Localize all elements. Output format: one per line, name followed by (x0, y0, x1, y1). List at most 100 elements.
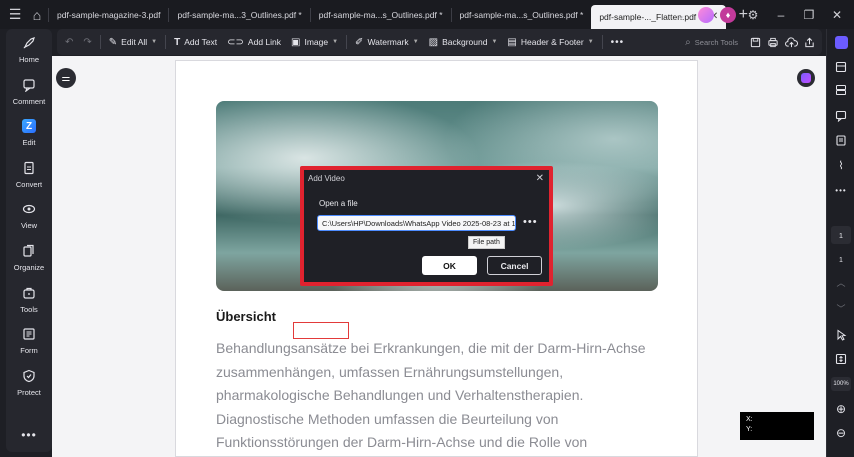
ok-button[interactable]: OK (422, 256, 477, 275)
sidebar-item-label: Organize (13, 263, 45, 272)
edit-all-label: Edit All (121, 37, 148, 47)
toolbar-separator (165, 35, 167, 49)
toolbar-separator (601, 35, 603, 49)
minimize-icon[interactable]: – (770, 4, 792, 26)
search-tools[interactable]: ⌕ Search Tools (685, 37, 746, 48)
browse-more-icon[interactable]: ••• (523, 216, 538, 228)
sidebar-item-convert[interactable]: Convert (6, 160, 52, 189)
body-line: pharmakologische Behandlungen und Verhal… (216, 387, 584, 403)
tab-0[interactable]: pdf-sample-magazine-3.pdf (49, 4, 168, 26)
left-sidebar: Home Comment Z Edit Convert View Organiz… (6, 29, 52, 452)
zoom-in-icon[interactable]: ⊕ (827, 400, 854, 418)
body-paragraph: Behandlungsansätze bei Erkrankungen, die… (216, 337, 676, 455)
ai-assistant-icon[interactable] (797, 69, 815, 87)
close-window-icon[interactable]: ✕ (826, 4, 848, 26)
sidebar-item-form[interactable]: Form (6, 326, 52, 355)
home-icon[interactable]: ⌂ (26, 4, 48, 26)
chevron-down-icon: ▼ (587, 39, 594, 45)
sidebar-item-label: Convert (15, 180, 43, 189)
body-line: Funktionsstörungen der Darm-Hirn-Achse u… (216, 434, 588, 450)
tab-bar: ☰ ⌂ pdf-sample-magazine-3.pdf pdf-sample… (0, 0, 854, 29)
chevron-down-icon: ▼ (151, 39, 158, 45)
print-icon[interactable] (764, 33, 782, 51)
image-label: Image (304, 37, 329, 47)
header-footer-button[interactable]: ▤ Header & Footer ▼ (502, 37, 598, 48)
rocket-icon (21, 35, 37, 51)
zoom-level[interactable]: 100% (827, 376, 854, 392)
tab-3[interactable]: pdf-sample-ma...s_Outlines.pdf * (452, 4, 592, 26)
more-dots-icon: ••• (610, 36, 625, 48)
convert-icon (21, 160, 37, 176)
clipboard-icon[interactable] (827, 131, 854, 149)
undo-icon: ↶ (65, 36, 74, 48)
image-button[interactable]: ▣ Image ▼ (286, 37, 343, 48)
more-dots-icon[interactable]: ••• (827, 181, 854, 199)
redo-icon: ↷ (83, 36, 92, 48)
sidebar-item-home[interactable]: Home (6, 35, 52, 64)
add-link-button[interactable]: ⊂⊃ Add Link (222, 37, 286, 48)
sidebar-item-label: Tools (20, 305, 38, 314)
avatar[interactable] (698, 6, 714, 23)
sidebar-item-edit[interactable]: Z Edit (6, 118, 52, 147)
cloud-upload-icon[interactable] (782, 33, 800, 51)
gear-icon[interactable]: ⚙ (742, 4, 764, 26)
sidebar-item-comment[interactable]: Comment (6, 77, 52, 106)
menu-icon[interactable]: ☰ (4, 4, 26, 26)
chevron-down-icon: ▼ (412, 39, 419, 45)
sidebar-more[interactable]: ••• (6, 427, 52, 443)
chevron-up-icon[interactable]: ︿ (827, 275, 854, 289)
sidebar-item-label: Home (18, 55, 39, 64)
zoom-value: 100% (831, 377, 851, 391)
sidebar-item-protect[interactable]: Protect (6, 368, 52, 397)
redo-button[interactable]: ↷ (78, 37, 96, 48)
restore-icon[interactable]: ❐ (798, 4, 820, 26)
tab-2[interactable]: pdf-sample-ma...s_Outlines.pdf * (311, 4, 451, 26)
tab-1[interactable]: pdf-sample-ma...3_Outlines.pdf * (169, 4, 309, 26)
shield-icon (21, 368, 37, 384)
app-logo-icon[interactable] (827, 33, 854, 51)
notification-icon[interactable]: ♦ (720, 6, 736, 23)
chevron-down-icon[interactable]: ⌄ (670, 4, 692, 26)
chevron-down-icon[interactable]: ﹀ (827, 301, 854, 315)
edit-icon: Z (21, 118, 37, 134)
toolbar-separator (346, 35, 348, 49)
save-icon[interactable] (746, 33, 764, 51)
background-button[interactable]: ▨ Background ▼ (424, 37, 503, 48)
watermark-icon: ✐ (355, 36, 364, 48)
properties-panel-icon[interactable] (827, 58, 854, 76)
watermark-button[interactable]: ✐ Watermark ▼ (350, 37, 424, 48)
select-cursor-icon[interactable] (827, 326, 854, 344)
tab-label: pdf-sample-ma...s_Outlines.pdf * (318, 9, 443, 20)
search-icon: ⌕ (685, 36, 691, 48)
coordinate-readout: X: Y: (740, 412, 814, 440)
toolbar-more-button[interactable]: ••• (606, 37, 630, 48)
sidebar-item-view[interactable]: View (6, 201, 52, 230)
filter-settings-icon[interactable]: ⚌ (56, 68, 76, 88)
close-icon[interactable]: ✕ (536, 173, 544, 184)
fit-page-icon[interactable] (827, 350, 854, 368)
attachment-icon[interactable]: ⌇ (827, 156, 854, 174)
thumbnails-icon[interactable] (827, 81, 854, 99)
header-footer-icon: ▤ (507, 36, 517, 48)
undo-button[interactable]: ↶ (57, 37, 78, 48)
sidebar-item-organize[interactable]: Organize (6, 243, 52, 272)
file-path-input[interactable]: C:\Users\HP\Downloads\WhatsApp Video 202… (317, 215, 516, 231)
current-page-box[interactable]: 1 (827, 225, 854, 245)
add-video-dialog: Add Video ✕ Open a file C:\Users\HP\Down… (304, 170, 549, 282)
cancel-button[interactable]: Cancel (487, 256, 542, 275)
share-icon[interactable] (800, 33, 818, 51)
sidebar-item-tools[interactable]: Tools (6, 285, 52, 314)
sidebar-item-label: Comment (12, 97, 46, 106)
edit-all-button[interactable]: ✎ Edit All ▼ (104, 37, 162, 48)
sidebar-item-label: Edit (22, 138, 36, 147)
y-coordinate-label: Y: (746, 426, 753, 433)
comments-panel-icon[interactable] (827, 107, 854, 125)
open-file-label: Open a file (319, 199, 358, 208)
toolbar-separator (99, 35, 101, 49)
add-link-label: Add Link (247, 37, 282, 47)
tools-icon (21, 285, 37, 301)
header-footer-label: Header & Footer (520, 37, 584, 47)
zoom-out-icon[interactable]: ⊖ (827, 424, 854, 442)
add-text-button[interactable]: T Add Text (169, 37, 222, 48)
chevron-down-icon: ▼ (491, 39, 498, 45)
